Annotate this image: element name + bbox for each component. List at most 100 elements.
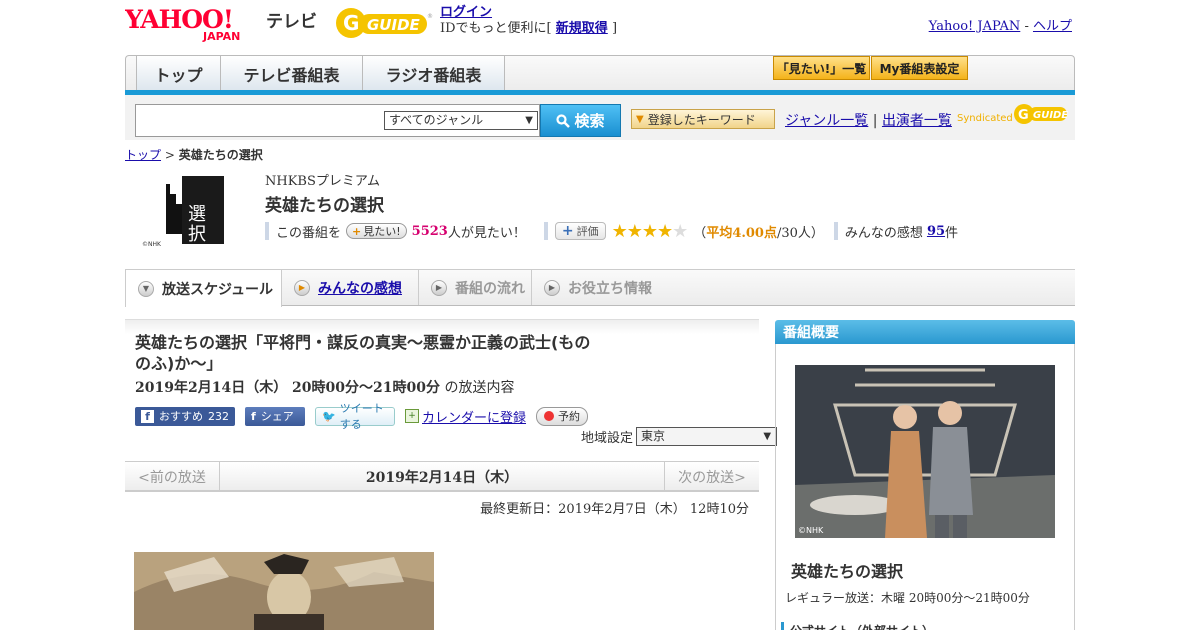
syndicated-text: Syndicated [957, 113, 1013, 124]
mitai-button-label: 見たい! [363, 225, 401, 238]
star-icon: ★ [626, 220, 643, 242]
rating-open: （ [693, 225, 707, 241]
login-box: ログイン IDでもっと便利に[ 新規取得 ] [440, 5, 617, 37]
yahoo-japan-logo[interactable]: YAHOO! JAPAN [125, 6, 261, 42]
login-link[interactable]: ログイン [440, 5, 492, 20]
registered-keyword-button[interactable]: ▼ 登録したキーワード [631, 109, 775, 129]
episode-title: 英雄たちの選択「平将門・謀反の真実～悪霊か正義の武士(もののふ)か～」 [135, 333, 591, 373]
genre-select-value: すべてのジャンル [389, 113, 484, 127]
calendar-register[interactable]: + カレンダーに登録 [405, 407, 526, 426]
yahoo-japan-link[interactable]: Yahoo! JAPAN [929, 19, 1021, 34]
rate-button-label: 評価 [576, 225, 599, 238]
star-icon: ★ [657, 220, 673, 242]
gguide-logo[interactable]: G GUIDE ® [335, 6, 433, 40]
facebook-share-button[interactable]: f シェア [245, 406, 305, 426]
mitai-count: 5523 [411, 223, 448, 239]
facebook-recommend-button[interactable]: f おすすめ 232 [135, 406, 235, 426]
plus-icon: + [561, 223, 574, 239]
episode-image [134, 552, 434, 630]
social-buttons: f おすすめ 232 f シェア 🐦 ツイートする + カレンダーに登録 予約 [135, 402, 589, 431]
my-schedule-settings-button[interactable]: My番組表設定 [871, 56, 968, 80]
bracket-close: ] [611, 21, 618, 36]
registered-keyword-label: 登録したキーワード [647, 112, 756, 127]
login-subtext: IDでもっと便利に[ [440, 21, 552, 36]
rating-average: 平均4.00点 [706, 225, 777, 241]
episode-date-suffix: の放送内容 [444, 380, 515, 396]
tweet-label: ツイートする [339, 402, 384, 431]
pager-current-date: 2019年2月14日（木） [365, 469, 519, 486]
breadcrumb: トップ > 英雄たちの選択 [125, 146, 263, 163]
program-thumbnail: 選 択 ©NHK [140, 170, 230, 248]
prev-broadcast-link[interactable]: <前の放送 [125, 462, 220, 491]
last-updated: 最終更新日：2019年2月7日（木） 12時10分 [480, 502, 749, 517]
link-separator: | [872, 113, 878, 129]
tab-broadcast-schedule[interactable]: ▼ 放送スケジュール [125, 270, 282, 307]
rate-button[interactable]: + 評価 [554, 222, 606, 240]
breadcrumb-top[interactable]: トップ [125, 148, 161, 162]
performer-list-link[interactable]: 出演者一覧 [882, 113, 952, 129]
genre-list-link[interactable]: ジャンル一覧 [785, 113, 868, 129]
mitai-list-button[interactable]: 「見たい!」一覧 [773, 56, 870, 80]
tab-program-flow[interactable]: ▶ 番組の流れ [419, 270, 532, 305]
header-links: Yahoo! JAPAN - ヘルプ [929, 15, 1072, 34]
search-button-label: 検索 [574, 112, 605, 130]
search-button[interactable]: 検索 [540, 104, 621, 137]
tab-label: 放送スケジュール [162, 281, 274, 298]
signup-link[interactable]: 新規取得 [556, 21, 608, 36]
tweet-button[interactable]: 🐦 ツイートする [315, 402, 395, 431]
calendar-icon: + [405, 409, 419, 423]
reserve-button[interactable]: 予約 [536, 406, 589, 426]
svg-text:JAPAN: JAPAN [202, 30, 240, 42]
chevron-down-icon: ▼ [138, 280, 154, 297]
svg-text:®: ® [427, 13, 433, 20]
svg-text:択: 択 [188, 224, 206, 245]
tab-everyone-reviews[interactable]: ▶ みんなの感想 [282, 270, 419, 305]
nav-tab-tv-schedule[interactable]: テレビ番組表 [221, 56, 363, 91]
facebook-icon: f [141, 409, 154, 423]
tab-label: みんなの感想 [318, 280, 402, 297]
fb-share-label: シェア [260, 410, 294, 423]
thumb-credit: ©NHK [142, 241, 162, 248]
episode-date: 2019年2月14日（木） 20時00分～21時00分 [135, 380, 440, 396]
svg-text:GUIDE: GUIDE [367, 16, 421, 34]
nav-tab-radio-schedule[interactable]: ラジオ番組表 [363, 56, 505, 91]
kansou-unit: 件 [945, 225, 959, 241]
mitai-button[interactable]: + 見たい! [346, 223, 407, 239]
twitter-icon: 🐦 [322, 409, 336, 423]
gguide-small-logo: Syndicated G GUIDE [957, 104, 1068, 124]
fb-recommend-label: おすすめ [159, 410, 203, 423]
stat-divider [265, 222, 269, 240]
tab-useful-info[interactable]: ▶ お役立ち情報 [532, 270, 660, 305]
record-icon [544, 411, 555, 421]
triangle-down-icon: ▼ [636, 113, 644, 125]
stat-divider [833, 222, 838, 240]
official-site-heading: 公式サイト（外部サイト） [781, 622, 934, 630]
next-broadcast-link[interactable]: 次の放送> [664, 462, 759, 491]
kansou-count-link[interactable]: 95 [927, 224, 945, 239]
chevron-right-icon: ▶ [544, 279, 560, 296]
star-empty-icon: ★ [672, 220, 688, 242]
nav-tab-top[interactable]: トップ [136, 56, 221, 91]
photo-credit: ©NHK [798, 526, 824, 535]
chevron-down-icon: ▼ [763, 431, 772, 442]
regular-broadcast: レギュラー放送：木曜 20時00分～21時00分 [785, 591, 1030, 605]
region-label: 地域設定 [581, 431, 634, 446]
help-link[interactable]: ヘルプ [1033, 19, 1072, 34]
mitai-suffix: 人が見たい！ [447, 225, 526, 241]
chevron-down-icon: ▼ [525, 115, 533, 126]
plus-icon: + [352, 224, 362, 238]
tv-label: テレビ [266, 12, 317, 32]
syndicated-gguide-badge: Syndicated G GUIDE [957, 102, 1069, 126]
calendar-register-link[interactable]: カレンダーに登録 [422, 407, 526, 426]
region-setting: 地域設定 東京 ▼ [581, 427, 778, 446]
link-dash: - [1024, 19, 1029, 34]
star-icon: ★ [611, 220, 628, 242]
svg-text:選: 選 [188, 204, 206, 225]
channel-name: NHKBSプレミアム [265, 174, 380, 189]
search-icon [556, 113, 571, 128]
region-select[interactable]: 東京 ▼ [636, 427, 778, 446]
breadcrumb-sep: > [164, 148, 175, 162]
genre-select[interactable]: すべてのジャンル ▼ [384, 111, 538, 130]
episode-datetime: 2019年2月14日（木） 20時00分～21時00分 の放送内容 [135, 377, 514, 397]
breadcrumb-current: 英雄たちの選択 [178, 148, 263, 162]
